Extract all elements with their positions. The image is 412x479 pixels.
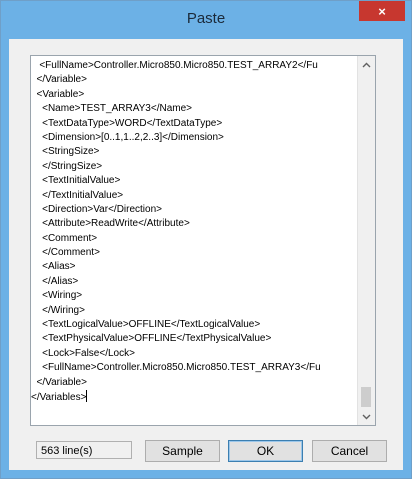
text-line: <Direction>Var</Direction> [31, 203, 162, 215]
dialog-body: <FullName>Controller.Micro850.Micro850.T… [9, 39, 403, 470]
text-line: <Comment> [31, 232, 98, 244]
chevron-up-icon [362, 62, 371, 67]
text-line: <Dimension>[0..1,1..2,2..3]</Dimension> [31, 131, 224, 143]
line-count-status: 563 line(s) [36, 441, 132, 459]
vertical-scrollbar[interactable] [357, 56, 375, 425]
text-line: <Wiring> [31, 290, 83, 302]
paste-dialog: Paste × <FullName>Controller.Micro850.Mi… [0, 0, 412, 479]
footer-bar: 563 line(s) Sample OK Cancel [9, 437, 403, 471]
cancel-button[interactable]: Cancel [312, 440, 387, 462]
text-line: </Variables> [31, 389, 88, 403]
text-line: </StringSize> [31, 160, 103, 172]
scroll-thumb[interactable] [361, 387, 371, 407]
title-bar[interactable]: Paste × [1, 1, 411, 39]
text-line: <Attribute>ReadWrite</Attribute> [31, 218, 190, 230]
dialog-title: Paste [186, 10, 226, 27]
text-line: <Lock>False</Lock> [31, 347, 135, 359]
text-line: <Name>TEST_ARRAY3</Name> [31, 103, 192, 115]
text-line: <TextInitialValue> [31, 175, 121, 187]
text-line: <FullName>Controller.Micro850.Micro850.T… [31, 60, 318, 71]
paste-text-area[interactable]: <FullName>Controller.Micro850.Micro850.T… [30, 55, 376, 426]
scroll-down-button[interactable] [358, 408, 375, 425]
text-line: </Alias> [31, 275, 79, 287]
scroll-up-button[interactable] [358, 56, 375, 73]
text-line: <TextLogicalValue>OFFLINE</TextLogicalVa… [31, 319, 261, 331]
text-line: <StringSize> [31, 146, 100, 158]
text-line: </Comment> [31, 247, 100, 259]
text-line: <FullName>Controller.Micro850.Micro850.T… [31, 362, 321, 374]
text-line: <Alias> [31, 261, 76, 273]
close-icon: × [378, 3, 386, 19]
text-line: </Wiring> [31, 304, 85, 316]
text-line: </Variable> [31, 376, 87, 388]
text-line: </Variable> [31, 74, 87, 86]
chevron-down-icon [362, 414, 371, 419]
text-cursor [86, 389, 88, 402]
text-line: <TextDataType>WORD</TextDataType> [31, 117, 223, 129]
close-button[interactable]: × [359, 1, 405, 21]
text-content[interactable]: <FullName>Controller.Micro850.Micro850.T… [31, 56, 357, 425]
text-line: <Variable> [31, 88, 85, 100]
text-line: </TextInitialValue> [31, 189, 124, 201]
ok-button[interactable]: OK [228, 440, 303, 462]
text-line: <TextPhysicalValue>OFFLINE</TextPhysical… [31, 333, 272, 345]
sample-button[interactable]: Sample [145, 440, 220, 462]
